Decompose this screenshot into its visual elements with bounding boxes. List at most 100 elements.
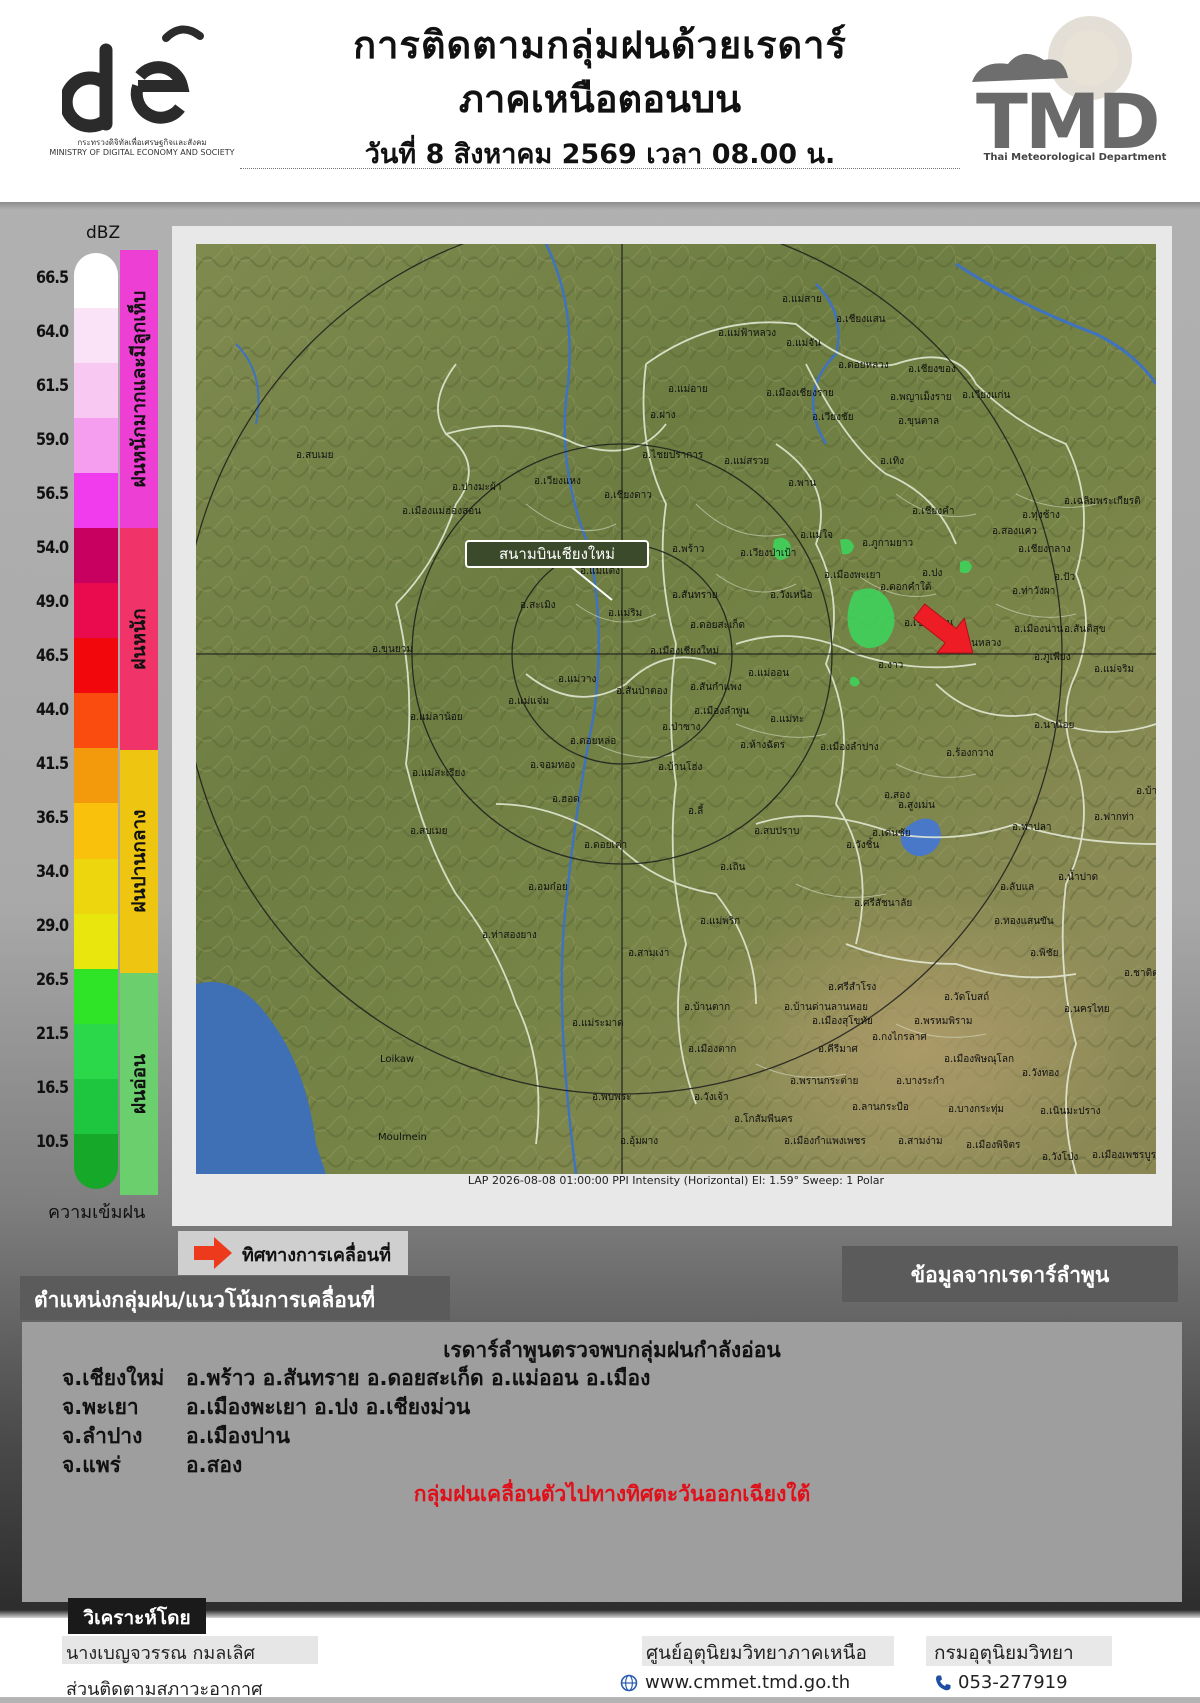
website-link[interactable]: www.cmmet.tmd.go.th [645, 1672, 850, 1693]
legend-tick-label: 26.5 [36, 970, 69, 990]
map-place-label: อ.สามง่าม [898, 1136, 943, 1147]
tmd-caption: Thai Meteorological Department [983, 152, 1167, 163]
map-place-label: อ.สูงเม่น [898, 800, 935, 811]
legend-category-label: ฝนหนัก [128, 608, 150, 670]
map-place-label: Loikaw [380, 1054, 414, 1065]
analyst-department: ส่วนติดตามสภาวะอากาศ [66, 1679, 263, 1700]
map-place-label: อ.เมืองตาก [688, 1043, 736, 1055]
map-place-label: อ.เมืองเพชรบูรณ์ [1092, 1149, 1156, 1161]
department-name: กรมอุตุนิยมวิทยา [934, 1642, 1074, 1664]
map-place-label: อ.พิชัย [1030, 948, 1058, 959]
map-place-label: อ.เชียงดาว [604, 489, 652, 501]
radar-map-svg: อ.แม่สายอ.เชียงแสนอ.แม่ฟ้าหลวงอ.แม่จันอ.… [196, 244, 1156, 1174]
map-place-label: อ.ภูเพียง [1034, 651, 1071, 663]
map-place-label: อ.แม่จัน [786, 338, 821, 349]
map-place-label: อ.ห้างฉัตร [740, 739, 786, 751]
map-place-label: อ.ไชยปราการ [642, 449, 704, 461]
map-place-label: อ.ชาติตระการ [1124, 968, 1156, 979]
legend-color-swatch [74, 473, 118, 529]
map-place-label: อ.เวียงป่าเป้า [740, 547, 796, 559]
map-place-label: อ.ดอยเต่า [584, 840, 627, 851]
map-place-label: อ.ขุนยวม [372, 644, 413, 655]
legend-category-label: ฝนปานกลาง [128, 809, 150, 913]
legend-tick-label: 36.5 [36, 808, 69, 828]
map-place-label: อ.เวียงแหง [534, 475, 581, 487]
legend-caption: ความเข้มฝน [48, 1202, 146, 1223]
legend-tick-label: 46.5 [36, 646, 69, 666]
map-place-label: อ.แม่วาง [558, 674, 596, 685]
map-place-label: อ.สันติสุข [1064, 624, 1106, 635]
map-place-label: อ.แม่ออน [748, 668, 789, 679]
map-place-label: อ.คีรีมาศ [818, 1043, 858, 1055]
map-place-label: อ.เมืองลำปาง [820, 741, 879, 753]
source-header-text: ข้อมูลจากเรดาร์ลำพูน [910, 1263, 1110, 1287]
map-place-label: อ.ร้องกวาง [946, 747, 994, 759]
legend-color-swatch [74, 748, 118, 804]
map-place-label: อ.บ้านด่านลานหอย [784, 1001, 868, 1013]
map-place-label: อ.เมืองสุโขทัย [812, 1014, 873, 1027]
map-place-label: อ.ดอกคำใต้ [880, 581, 931, 593]
map-place-label: อ.ศรีสำโรง [828, 980, 876, 993]
legend-color-swatch [74, 1133, 118, 1189]
map-place-label: อ.เทิง [880, 456, 904, 467]
legend-tick-label: 64.0 [36, 322, 69, 342]
legend-color-swatch [74, 693, 118, 749]
movement-summary: กลุ่มฝนเคลื่อนตัวไปทางทิศตะวันออกเฉียงใต… [413, 1482, 811, 1506]
legend-unit: dBZ [86, 223, 121, 243]
map-place-label: อ.พร้าว [672, 543, 704, 555]
map-place-label: อ.สบเมย [296, 450, 334, 461]
map-place-label: อ.สันกำแพง [690, 682, 742, 693]
map-place-label: อ.ท่าวังผา [1012, 586, 1055, 597]
header-shadow [0, 202, 1200, 210]
map-place-label: อ.ดอยหล่อ [570, 736, 616, 747]
map-place-label: อ.เชียงคำ [912, 505, 954, 517]
globe-icon [620, 1674, 638, 1692]
map-place-label: อ.สองแคว [992, 526, 1037, 537]
radar-map[interactable]: อ.แม่สาย อ.เชียงแสน อ.แม่ฟ้าหลวง อ.แม่จัน อ.… [196, 244, 1156, 1174]
legend-color-swatch [74, 363, 118, 419]
report-subtitle: ภาคเหนือตอนบน [458, 77, 742, 121]
map-place-label: อ.ดอยสะเก็ด [690, 617, 745, 631]
map-place-label: อ.ดอยหลวง [838, 360, 889, 371]
map-place-label: อ.อมก๋อย [528, 881, 568, 893]
legend-color-swatch [74, 803, 118, 859]
legend-color-swatch [74, 308, 118, 364]
tmd-logo-icon: TMD [972, 16, 1161, 166]
airport-label: สนามบินเชียงใหม่ [499, 545, 615, 563]
legend-category-label: ฝนอ่อน [128, 1053, 150, 1114]
map-place-label: อ.เมืองพิษณุโลก [944, 1052, 1014, 1065]
map-place-label: อ.ปัว [1054, 572, 1075, 583]
map-place-label: Moulmein [378, 1132, 427, 1143]
map-place-label: อ.เฉลิมพระเกียรติ [1064, 495, 1141, 507]
map-place-label: อ.เมืองพิจิตร [966, 1139, 1021, 1151]
map-place-label: อ.พาน [788, 478, 816, 489]
map-place-label: อ.ศรีสัชนาลัย [854, 897, 912, 909]
map-place-label: อ.นาน้อย [1034, 719, 1074, 731]
map-place-label: อ.บางระกำ [896, 1076, 944, 1087]
map-place-label: อ.แม่อาย [668, 384, 708, 395]
legend-color-swatch [74, 528, 118, 584]
map-place-label: อ.ลานกระบือ [852, 1101, 909, 1113]
legend-color-bar [74, 253, 118, 1189]
map-place-label: อ.เมืองกำแพงเพชร [784, 1135, 866, 1147]
map-place-label: อ.วังโป่ง [1042, 1150, 1078, 1163]
map-place-label: อ.วังชิ้น [846, 837, 879, 851]
legend-category: ฝนหนักมากและมีลูกเห็บ [120, 250, 158, 528]
legend-tick-label: 54.0 [36, 538, 69, 558]
map-place-label: อ.เวียงแก่น [962, 389, 1010, 401]
position-header-text: ตำแหน่งกลุ่มฝน/แนวโน้มการเคลื่อนที่ [34, 1288, 376, 1312]
legend-color-swatch [74, 858, 118, 914]
map-place-label: อ.พรานกระต่าย [790, 1076, 858, 1087]
date-underline [240, 168, 960, 169]
legend-tick-label: 61.5 [36, 376, 69, 396]
ministry-name-th: กระทรวงดิจิทัลเพื่อเศรษฐกิจและสังคม [77, 138, 207, 147]
map-place-label: อ.สันป่าตอง [616, 686, 668, 697]
phone-number[interactable]: 053-277919 [958, 1672, 1068, 1693]
legend-color-swatch [74, 1023, 118, 1079]
map-place-label: อ.เชียงกลาง [1018, 543, 1071, 555]
map-place-label: อ.เถิน [720, 862, 746, 873]
map-place-label: อ.พบพระ [592, 1092, 631, 1103]
map-place-label: อ.งาว [878, 660, 903, 671]
legend-color-swatch [74, 638, 118, 694]
legend-color-swatch [74, 913, 118, 969]
